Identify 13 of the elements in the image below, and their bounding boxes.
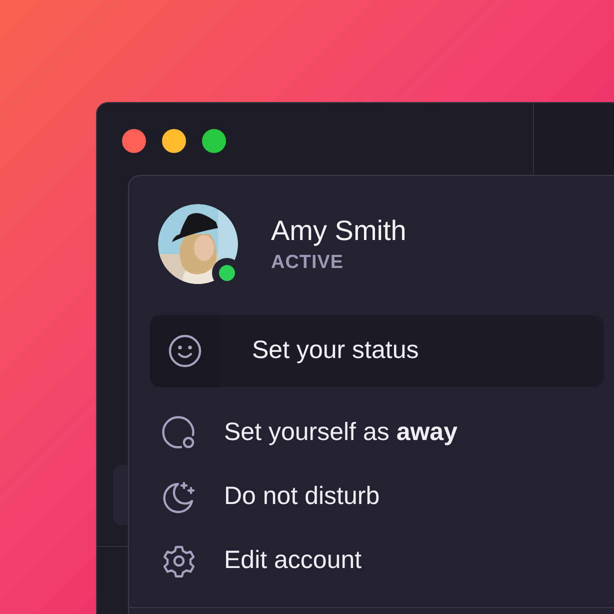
away-status-icon [162, 416, 196, 450]
menu-item[interactable]: Set yourself as away [162, 411, 614, 455]
set-status-button[interactable]: Set your status [150, 315, 604, 387]
close-button[interactable] [122, 129, 146, 153]
menu-item[interactable]: Edit account [162, 539, 614, 583]
menu-item[interactable]: Do not disturb [162, 475, 614, 519]
settings-icon [162, 544, 196, 578]
user-name: Amy Smith [271, 214, 406, 248]
zoom-button[interactable] [202, 129, 226, 153]
minimize-button[interactable] [162, 129, 186, 153]
user-status: ACTIVE [271, 252, 345, 274]
moon-icon [162, 480, 196, 514]
smiley-icon [168, 334, 202, 368]
